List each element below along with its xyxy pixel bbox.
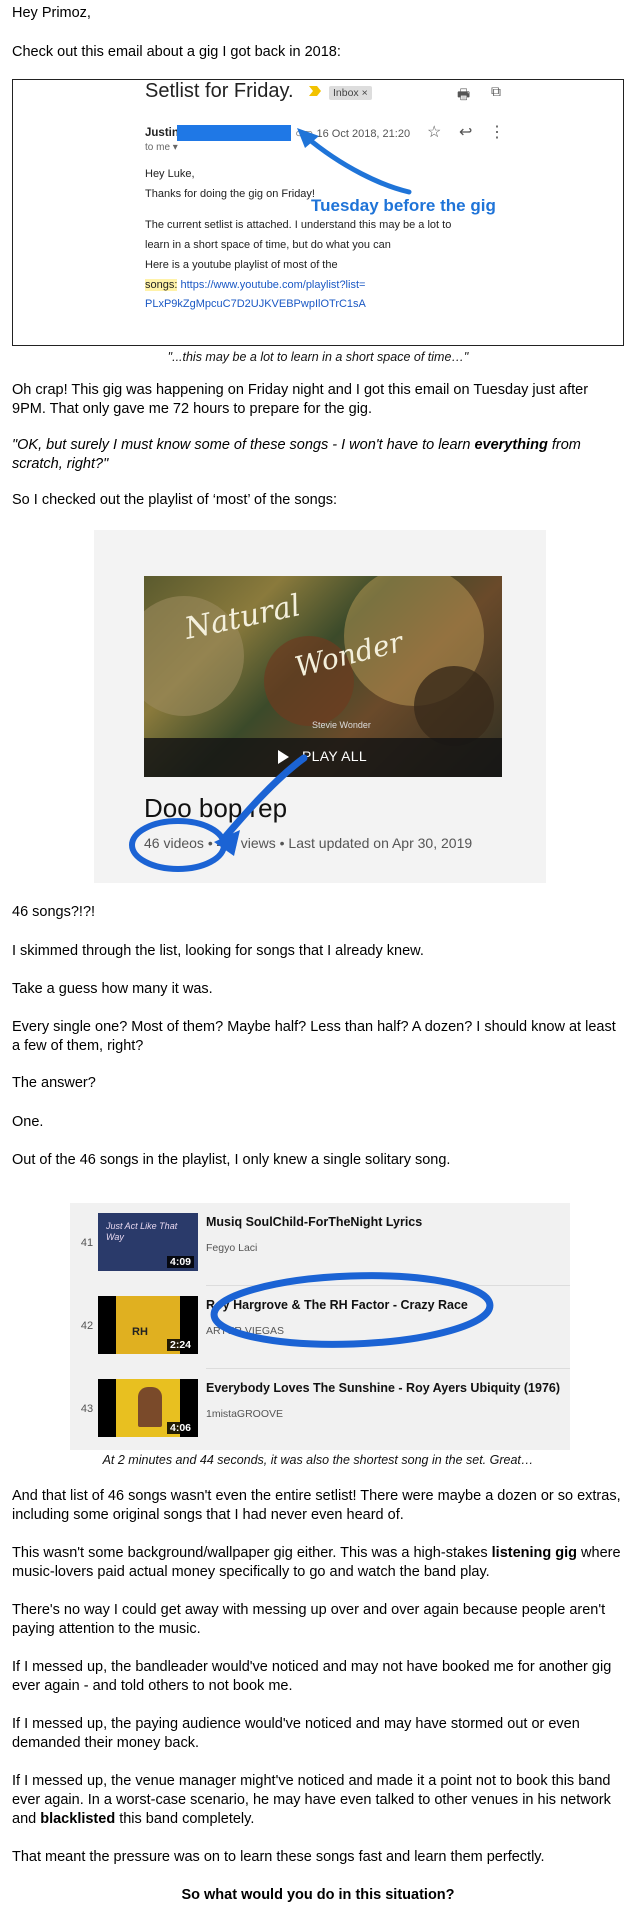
paragraph: There's no way I could get away with mes… xyxy=(12,1602,606,1637)
inbox-badge: Inbox × xyxy=(329,86,372,100)
track-title: Musiq SoulChild-ForTheNight Lyrics xyxy=(206,1215,423,1229)
playlist-meta: 46 videos • 4·6 views • Last updated on … xyxy=(144,835,473,851)
track-channel: 1mistaGROOVE xyxy=(206,1408,284,1420)
playlist-link: https://www.youtube.com/playlist?list= xyxy=(180,279,366,291)
track-channel: Fegyo Laci xyxy=(206,1242,258,1254)
paragraph: One. xyxy=(12,1114,44,1130)
email-recipient: to me ▾ xyxy=(145,142,178,153)
paragraph: Out of the 46 songs in the playlist, I o… xyxy=(12,1152,451,1168)
closing-question: So what would you do in this situation? xyxy=(181,1887,455,1903)
tracklist-screenshot: 41 Just Act Like That Way 4:09 Musiq Sou… xyxy=(70,1203,570,1450)
paragraph: So I checked out the playlist of ‘most’ … xyxy=(12,492,338,508)
playlist-link-continued: PLxP9kZgMpcuC7D2UJKVEBPwpIlOTrC1sA xyxy=(145,298,366,310)
important-marker-icon xyxy=(309,86,321,96)
email-line: Hey Luke, xyxy=(145,168,195,180)
video-count: 46 videos xyxy=(144,835,204,851)
paragraph: If I messed up, the bandleader would've … xyxy=(12,1659,612,1694)
email-screenshot: Setlist for Friday. Inbox × 🖶 ⧉ Justin ⊂… xyxy=(12,79,624,346)
track-title: Roy Hargrove & The RH Factor - Crazy Rac… xyxy=(206,1298,468,1312)
quote-paragraph: "OK, but surely I must know some of thes… xyxy=(12,437,581,472)
video-thumbnail: 4:06 xyxy=(98,1379,198,1437)
paragraph: Oh crap! This gig was happening on Frida… xyxy=(12,382,589,417)
video-duration: 2:24 xyxy=(166,1339,194,1351)
paragraph: If I messed up, the paying audience woul… xyxy=(12,1716,580,1751)
paragraph: If I messed up, the venue manager might'… xyxy=(12,1773,611,1827)
email-subject: Setlist for Friday. xyxy=(145,80,294,102)
album-art: Natural Wonder Stevie Wonder PLAY ALL xyxy=(144,576,502,777)
paragraph: This wasn't some background/wallpaper gi… xyxy=(12,1545,621,1580)
open-in-new-window-icon: ⧉ xyxy=(491,83,501,99)
album-title-text: Natural xyxy=(181,588,304,647)
paragraph: Every single one? Most of them? Maybe ha… xyxy=(12,1019,616,1054)
email-line: Thanks for doing the gig on Friday! xyxy=(145,188,315,200)
track-channel: ARTUR VIEGAS xyxy=(206,1325,284,1337)
greeting: Hey Primoz, xyxy=(12,5,91,21)
video-thumbnail: RH 2:24 xyxy=(98,1296,198,1354)
paragraph: The answer? xyxy=(12,1075,96,1091)
track-title: Everybody Loves The Sunshine - Roy Ayers… xyxy=(206,1381,561,1395)
play-all-button[interactable]: PLAY ALL xyxy=(144,738,502,777)
track-row[interactable]: 41 Just Act Like That Way 4:09 Musiq Sou… xyxy=(70,1203,570,1285)
track-row[interactable]: 43 4:06 Everybody Loves The Sunshine - R… xyxy=(70,1369,570,1451)
email-date: ⊂⊃ 16 Oct 2018, 21:20 xyxy=(295,128,411,140)
reply-icon: ↩ xyxy=(459,124,473,141)
chevron-down-icon: ▾ xyxy=(172,142,178,153)
video-duration: 4:09 xyxy=(166,1256,194,1268)
email-line: songs: https://www.youtube.com/playlist?… xyxy=(145,279,366,291)
video-thumbnail: Just Act Like That Way 4:09 xyxy=(98,1213,198,1271)
email-line: The current setlist is attached. I under… xyxy=(145,219,452,231)
email-line: Here is a youtube playlist of most of th… xyxy=(145,259,338,271)
intro-paragraph: Check out this email about a gig I got b… xyxy=(12,44,341,60)
paragraph: I skimmed through the list, looking for … xyxy=(12,943,424,959)
email-caption: "...this may be a lot to learn in a shor… xyxy=(167,350,469,364)
redacted-email-address xyxy=(177,125,291,141)
tracklist-caption: At 2 minutes and 44 seconds, it was also… xyxy=(102,1453,534,1467)
annotation-tuesday: Tuesday before the gig xyxy=(311,196,496,215)
paragraph: That meant the pressure was on to learn … xyxy=(12,1849,545,1865)
paragraph: Take a guess how many it was. xyxy=(12,981,213,997)
paragraph: 46 songs?!?! xyxy=(12,904,96,920)
playlist-title: Doo bop rep xyxy=(144,793,288,823)
email-line: learn in a short space of time, but do w… xyxy=(145,239,391,251)
playlist-screenshot: Natural Wonder Stevie Wonder PLAY ALL Do… xyxy=(94,530,546,883)
video-duration: 4:06 xyxy=(166,1422,194,1434)
email-sender: Justin xyxy=(145,127,179,139)
more-options-icon: ⋮ xyxy=(489,124,505,141)
star-icon: ☆ xyxy=(427,124,442,141)
print-icon: 🖶 xyxy=(457,86,471,102)
play-icon xyxy=(278,750,289,764)
label-icon: ⊂⊃ xyxy=(295,128,314,140)
paragraph: And that list of 46 songs wasn't even th… xyxy=(12,1488,621,1523)
track-row[interactable]: 42 RH 2:24 Roy Hargrove & The RH Factor … xyxy=(70,1286,570,1368)
album-artist-text: Stevie Wonder xyxy=(312,720,371,730)
